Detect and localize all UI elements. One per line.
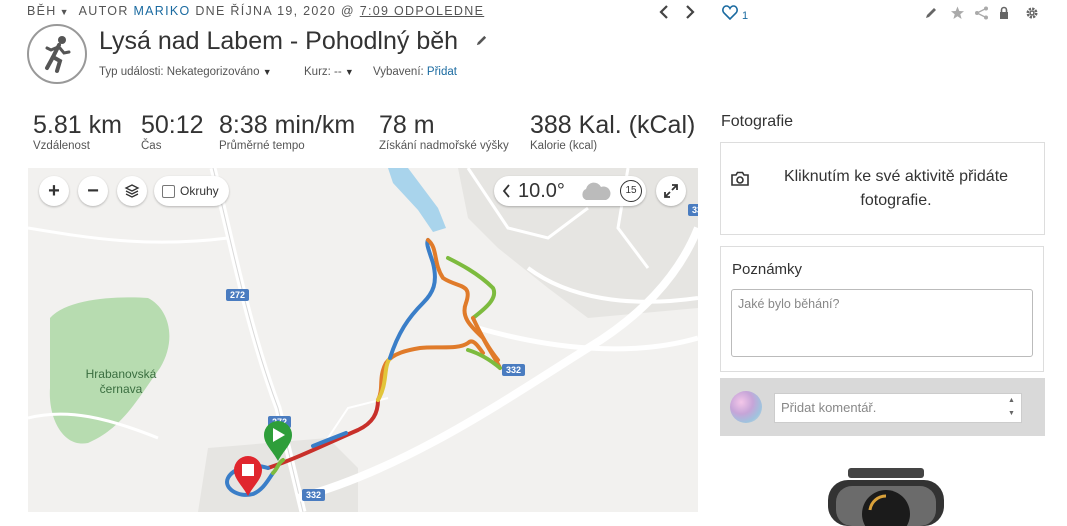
laps-label: Okruhy bbox=[180, 184, 219, 198]
stat-label: Průměrné tempo bbox=[219, 140, 305, 152]
wind-indicator: 15 bbox=[620, 180, 642, 202]
place-label-line: Hrabanovská bbox=[85, 367, 157, 381]
map-canvas[interactable] bbox=[28, 168, 698, 512]
end-marker-icon[interactable] bbox=[232, 455, 264, 497]
like-count[interactable]: 1 bbox=[742, 10, 748, 22]
zoom-out-button[interactable]: − bbox=[78, 176, 108, 206]
notes-textarea[interactable]: Jaké bylo běhání? bbox=[731, 289, 1033, 357]
stat-elevation-gain: 78 m Získání nadmořské výšky bbox=[379, 111, 509, 152]
activity-type[interactable]: BĚH bbox=[27, 4, 57, 18]
device-watch-image bbox=[828, 468, 944, 526]
laps-toggle[interactable]: Okruhy bbox=[154, 176, 229, 206]
stat-value: 50:12 bbox=[141, 111, 204, 139]
gear-selector: Vybavení: Přidat bbox=[373, 66, 457, 78]
previous-activity-icon[interactable] bbox=[658, 5, 670, 24]
road-badge: 332 bbox=[502, 364, 526, 376]
comment-input[interactable]: Přidat komentář. bbox=[774, 393, 1022, 423]
cloud-icon bbox=[582, 182, 611, 200]
layers-button[interactable] bbox=[117, 176, 147, 206]
gear-icon[interactable] bbox=[1025, 6, 1039, 23]
notes-title: Poznámky bbox=[732, 261, 803, 278]
stat-avg-pace: 8:38 min/km Průměrné tempo bbox=[219, 111, 355, 152]
photos-title: Fotografie bbox=[721, 113, 794, 130]
activity-meta: BĚH ▼ AUTOR MARIKO DNE ŘÍJNA 19, 2020 @ 7… bbox=[27, 4, 484, 18]
comment-spinner[interactable]: ▲ ▼ bbox=[1008, 394, 1015, 420]
edit-title-icon[interactable] bbox=[475, 34, 488, 50]
like-heart-icon[interactable] bbox=[722, 5, 738, 25]
laps-checkbox[interactable] bbox=[162, 184, 175, 198]
course-value[interactable]: -- bbox=[334, 66, 342, 78]
temperature: 10.0° bbox=[518, 180, 565, 202]
river bbox=[388, 168, 446, 232]
road-minor bbox=[28, 226, 229, 244]
next-activity-icon[interactable] bbox=[684, 5, 696, 24]
chevron-left-icon[interactable] bbox=[502, 184, 512, 198]
add-photo-text[interactable]: Kliknutím ke své aktivitě přidáte fotogr… bbox=[761, 165, 1031, 213]
stat-label: Vzdálenost bbox=[33, 140, 90, 152]
event-type-label: Typ události: bbox=[99, 66, 164, 78]
camera-icon bbox=[731, 171, 749, 186]
place-label-line: černava bbox=[99, 382, 143, 396]
chevron-down-icon[interactable]: ▼ bbox=[60, 7, 69, 17]
activity-date: DNE ŘÍJNA 19, 2020 @ bbox=[195, 4, 355, 18]
activity-time[interactable]: 7:09 ODPOLEDNE bbox=[360, 4, 485, 18]
runner-icon bbox=[45, 36, 71, 73]
add-photo-box[interactable]: Kliknutím ke své aktivitě přidáte fotogr… bbox=[720, 142, 1045, 235]
track-segment bbox=[446, 256, 497, 320]
activity-map[interactable]: 272 332 332 272 33 Hrabanovská černava +… bbox=[28, 168, 698, 512]
author-prefix: AUTOR bbox=[78, 4, 129, 18]
road-badge: 272 bbox=[226, 289, 250, 301]
stat-label: Kalorie (kcal) bbox=[530, 140, 598, 152]
wind-value: 15 bbox=[625, 185, 637, 196]
stat-time: 50:12 Čas bbox=[141, 111, 204, 152]
chevron-down-icon[interactable]: ▼ bbox=[263, 67, 272, 77]
edit-pencil-icon[interactable] bbox=[924, 6, 938, 23]
activity-type-avatar bbox=[27, 24, 87, 84]
add-gear-link[interactable]: Přidat bbox=[427, 66, 457, 78]
start-marker-icon[interactable] bbox=[262, 420, 294, 462]
layers-icon bbox=[124, 184, 140, 198]
stat-distance: 5.81 km Vzdálenost bbox=[33, 111, 122, 152]
lock-icon[interactable] bbox=[998, 6, 1010, 23]
place-label: Hrabanovská černava bbox=[76, 367, 166, 397]
event-type-value[interactable]: Nekategorizováno bbox=[167, 66, 260, 78]
road-badge: 33 bbox=[688, 204, 698, 216]
stat-calories: 388 Kal. (kCal) Kalorie (kcal) bbox=[530, 111, 695, 152]
event-type-selector[interactable]: Typ události: Nekategorizováno ▼ bbox=[99, 66, 272, 78]
stat-value: 388 Kal. (kCal) bbox=[530, 111, 696, 139]
zoom-in-button[interactable]: + bbox=[39, 176, 69, 206]
stat-value: 5.81 km bbox=[33, 111, 122, 139]
notes-panel: Poznámky Jaké bylo běhání? bbox=[720, 246, 1044, 372]
fullscreen-button[interactable] bbox=[656, 176, 686, 206]
star-icon[interactable] bbox=[950, 6, 965, 23]
author-link[interactable]: MARIKO bbox=[133, 4, 190, 18]
road-side bbox=[477, 325, 698, 352]
chevron-down-icon[interactable]: ▼ bbox=[345, 67, 354, 77]
stat-value: 78 m bbox=[379, 111, 435, 139]
weather-widget: 10.0° 15 bbox=[494, 176, 646, 206]
share-icon[interactable] bbox=[974, 6, 989, 23]
track-segment bbox=[388, 238, 437, 360]
course-label: Kurz: bbox=[304, 66, 331, 78]
road-badge: 332 bbox=[302, 489, 326, 501]
activity-title[interactable]: Lysá nad Labem - Pohodlný běh bbox=[99, 27, 458, 56]
stat-label: Získání nadmořské výšky bbox=[379, 140, 509, 152]
stat-value: 8:38 min/km bbox=[219, 111, 356, 139]
expand-icon bbox=[664, 184, 678, 198]
stat-label: Čas bbox=[141, 140, 162, 152]
gear-label: Vybavení: bbox=[373, 66, 424, 78]
avatar bbox=[730, 391, 762, 423]
course-selector[interactable]: Kurz: -- ▼ bbox=[304, 66, 354, 78]
comment-bar: Přidat komentář. ▲ ▼ bbox=[720, 378, 1045, 436]
